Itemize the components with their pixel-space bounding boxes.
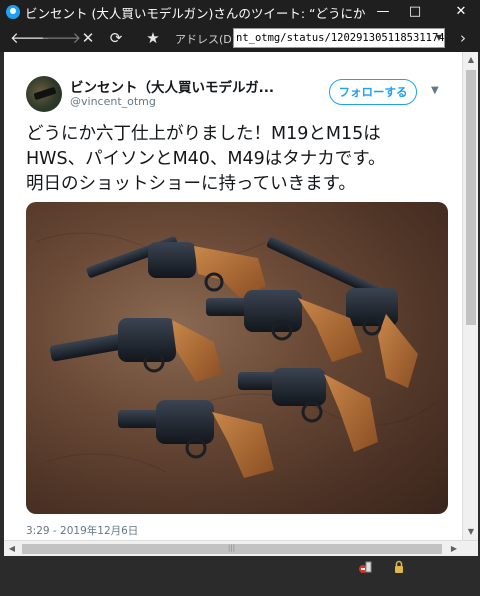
grip-icon: |||: [228, 544, 236, 552]
minimize-button[interactable]: —: [372, 2, 394, 22]
tweet-timestamp[interactable]: 3:29 - 2019年12月6日: [26, 523, 138, 538]
scroll-left-icon[interactable]: ◀: [4, 541, 20, 557]
refresh-button[interactable]: ⟳: [105, 28, 127, 48]
maximize-button[interactable]: □: [404, 2, 426, 22]
revolver-1: [86, 236, 266, 298]
back-button[interactable]: 🡐: [10, 28, 50, 48]
tweet-text-line: 明日のショットショーに持っていきます。: [26, 174, 356, 194]
favorite-button[interactable]: ★: [142, 28, 164, 48]
title-bar: ビンセント (大人買いモデルガン)さんのツイート: “どうにか六丁仕 — □ ✕: [0, 0, 480, 24]
chevron-down-icon[interactable]: ▼: [431, 85, 439, 96]
revolver-4: [49, 318, 222, 382]
lock-icon[interactable]: [392, 560, 406, 574]
scroll-up-icon[interactable]: ▲: [463, 52, 479, 68]
blocked-content-icon[interactable]: [358, 560, 372, 574]
go-next-button[interactable]: ›: [452, 28, 474, 48]
avatar[interactable]: [26, 76, 62, 112]
tweet-text-line: HWS、パイソンとM40、M49はタナカです。: [26, 149, 386, 169]
scroll-right-icon[interactable]: ▶: [446, 541, 462, 557]
horizontal-scrollbar[interactable]: ◀ ||| ▶: [4, 540, 478, 556]
follow-button[interactable]: フォローする: [329, 79, 417, 105]
scroll-thumb[interactable]: [466, 70, 476, 325]
window-title: ビンセント (大人買いモデルガン)さんのツイート: “どうにか六丁仕: [25, 6, 365, 21]
status-bar: [0, 556, 480, 596]
vertical-scrollbar[interactable]: ▲ ▼: [462, 52, 478, 540]
twitter-icon: [6, 5, 20, 19]
tweet-text: どうにか六丁仕上がりました！M19とM15は HWS、パイソンとM40、M49は…: [26, 122, 446, 197]
scroll-down-icon[interactable]: ▼: [463, 524, 479, 540]
chevron-down-icon[interactable]: ▼: [433, 29, 445, 47]
close-window-button[interactable]: ✕: [450, 2, 472, 22]
forward-button[interactable]: 🡒: [41, 28, 81, 48]
browser-toolbar: 🡐 🡒 ✕ ⟳ ★ アドレス(D) nt_otmg/status/1202913…: [0, 24, 480, 52]
revolver-6: [118, 400, 274, 478]
tweet-photo[interactable]: [26, 202, 448, 514]
stop-button[interactable]: ✕: [77, 28, 99, 48]
address-input[interactable]: nt_otmg/status/1202913051185311744: [233, 28, 445, 48]
revolvers-photo-illustration: [35, 232, 437, 478]
tweet-page: ビンセント（大人買いモデルガ... @vincent_otmg フォローする ▼…: [4, 52, 462, 540]
address-label: アドレス(D): [175, 33, 237, 46]
user-handle[interactable]: @vincent_otmg: [70, 95, 156, 108]
revolver-3: [206, 290, 362, 362]
display-name[interactable]: ビンセント（大人買いモデルガ...: [70, 76, 274, 96]
tweet-text-line: どうにか六丁仕上がりました！M19とM15は: [26, 124, 381, 144]
